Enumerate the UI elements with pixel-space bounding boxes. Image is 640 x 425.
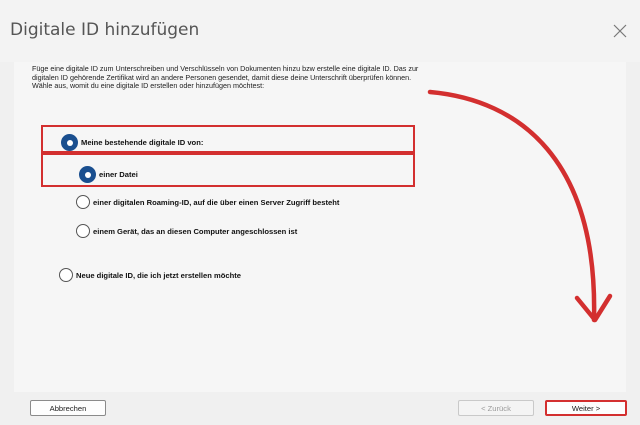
title-bar: Digitale ID hinzufügen (0, 0, 640, 62)
dialog-content: Füge eine digitale ID zum Unterschreiben… (14, 62, 626, 392)
option-new-id-label: Neue digitale ID, die ich jetzt erstelle… (76, 270, 241, 280)
close-button[interactable] (606, 18, 634, 44)
option-roaming-id[interactable]: einer digitalen Roaming-ID, auf die über… (76, 195, 339, 209)
intro-text: Füge eine digitale ID zum Unterschreiben… (32, 64, 419, 91)
radio-roaming-id[interactable] (76, 195, 90, 209)
option-existing-id[interactable]: Meine bestehende digitale ID von: (61, 134, 203, 151)
radio-file[interactable] (79, 166, 96, 183)
cancel-button[interactable]: Abbrechen (30, 400, 106, 416)
dialog-footer: Abbrechen < Zurück Weiter > (0, 392, 640, 425)
option-file[interactable]: einer Datei (79, 166, 138, 183)
option-device-label: einem Gerät, das an diesen Computer ange… (93, 226, 298, 236)
next-button[interactable]: Weiter > (545, 400, 627, 416)
radio-device[interactable] (76, 224, 90, 238)
radio-new-id[interactable] (59, 268, 73, 282)
radio-existing-id[interactable] (61, 134, 78, 151)
option-device[interactable]: einem Gerät, das an diesen Computer ange… (76, 224, 297, 238)
option-new-id[interactable]: Neue digitale ID, die ich jetzt erstelle… (59, 268, 241, 282)
option-roaming-id-label: einer digitalen Roaming-ID, auf die über… (93, 197, 340, 207)
dialog-title: Digitale ID hinzufügen (10, 20, 200, 40)
back-button[interactable]: < Zurück (458, 400, 534, 416)
option-file-label: einer Datei (99, 170, 138, 179)
option-existing-id-label: Meine bestehende digitale ID von: (81, 138, 204, 147)
close-icon (613, 24, 627, 38)
